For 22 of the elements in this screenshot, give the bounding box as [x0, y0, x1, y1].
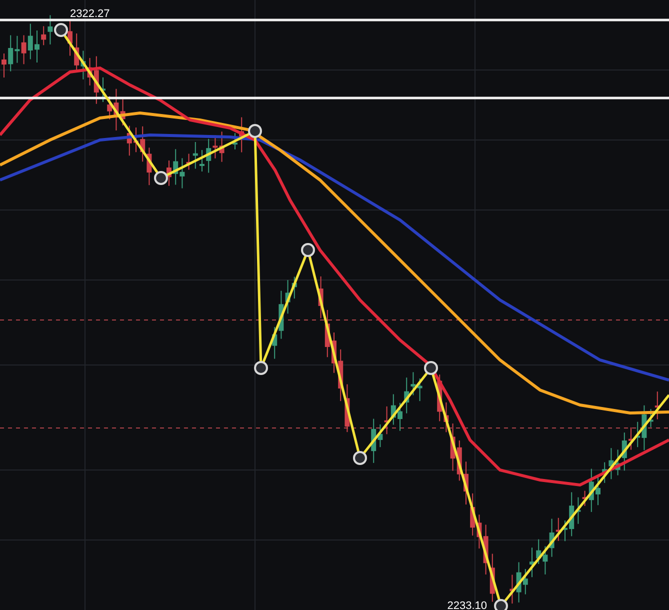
candlestick	[398, 402, 402, 432]
pivot-marker[interactable]	[248, 124, 262, 138]
pivot-marker[interactable]	[494, 599, 508, 610]
candlestick	[530, 547, 534, 578]
price-label: 2233.10	[447, 600, 487, 610]
pivot-marker[interactable]	[254, 361, 268, 375]
pivot-marker[interactable]	[353, 451, 367, 465]
pivot-marker[interactable]	[424, 361, 438, 375]
candlestick	[239, 116, 244, 153]
candlestick	[200, 150, 204, 172]
candlestick	[562, 520, 568, 542]
price-label: 2322.27	[70, 8, 110, 20]
pivot-marker[interactable]	[54, 23, 68, 37]
pivot-marker[interactable]	[154, 171, 168, 185]
candlestick	[34, 30, 40, 63]
candlestick	[68, 20, 72, 56]
candlestick	[628, 426, 634, 450]
pivot-marker[interactable]	[301, 243, 315, 257]
candlestick	[100, 76, 106, 102]
candlestick	[134, 127, 138, 153]
candlestick	[232, 132, 238, 150]
candlestick	[2, 53, 6, 78]
